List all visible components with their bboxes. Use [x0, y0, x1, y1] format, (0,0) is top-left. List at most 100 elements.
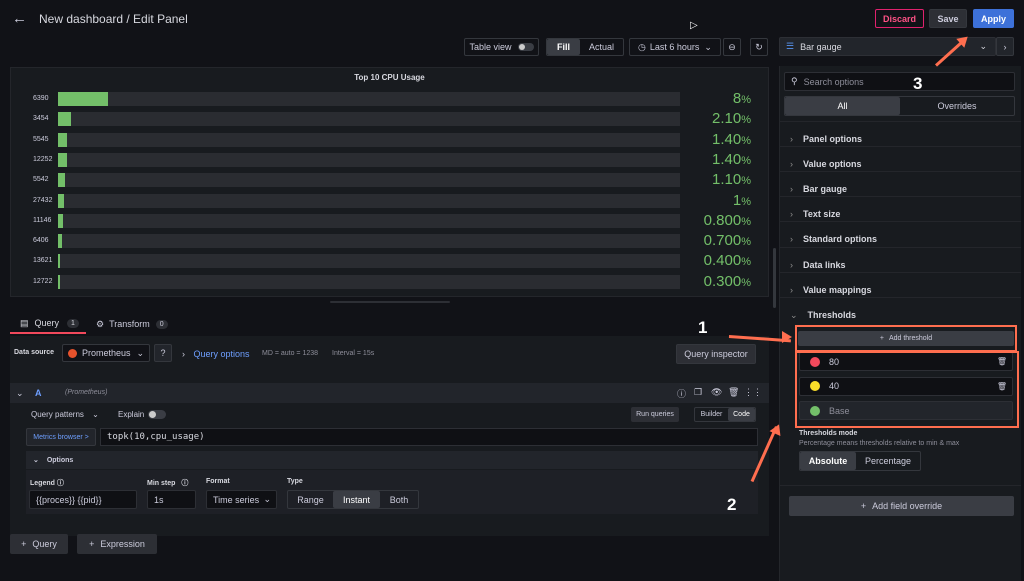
bar-fill [58, 234, 63, 249]
prometheus-logo-icon [68, 348, 77, 358]
transform-count-badge: 0 [155, 319, 168, 329]
visualization-name: Bar gauge [800, 41, 842, 52]
section-label: Panel options [803, 134, 863, 144]
datasource-help-button[interactable]: ? [154, 344, 172, 362]
bar-category-label: 3454 [33, 115, 49, 123]
min-step-input[interactable]: 1s [147, 490, 196, 509]
add-field-override-button[interactable]: + Add field override [789, 496, 1014, 516]
bar-fill [58, 173, 65, 188]
query-source-name: (Prometheus) [65, 389, 108, 396]
datasource-picker[interactable]: Prometheus ⌄ [62, 344, 150, 362]
query-help-icon[interactable]: ⓘ [677, 387, 686, 400]
annotation-number-2: 2 [727, 495, 737, 514]
database-icon: ▤ [20, 317, 29, 328]
panel-resize-handle[interactable] [330, 301, 450, 303]
section-divider [780, 271, 1021, 273]
thresholds-mode-description: Percentage means thresholds relative to … [799, 440, 960, 447]
chevron-down-icon: ⌄ [92, 410, 99, 419]
bar-value-number: 1.40 [712, 150, 742, 168]
time-range-picker[interactable]: ◷ Last 6 hours ⌄ [629, 38, 721, 56]
bar-track [58, 173, 680, 188]
delete-query-icon[interactable]: 🗑 [728, 387, 739, 398]
tab-transform-label: Transform [109, 319, 150, 329]
options-toggle[interactable]: ⌄ Options [33, 456, 73, 464]
tab-query[interactable]: ▤ Query 1 [10, 314, 86, 334]
code-mode-button[interactable]: Code [728, 408, 755, 421]
legend-input[interactable]: {{proces}} {{pid}} [29, 490, 137, 509]
chevron-right-icon: › [790, 184, 793, 195]
metrics-browser-button[interactable]: Metrics browser > [26, 428, 96, 446]
apply-button[interactable]: Apply [973, 9, 1014, 28]
explain-label: Explain [118, 410, 145, 419]
query-patterns-dropdown[interactable]: Query patterns ⌄ [31, 410, 99, 419]
add-expression-button[interactable]: + Expression [77, 534, 157, 554]
panel-preview: Top 10 CPU Usage 6390 8% 3454 2.10% 5545 1.40… [10, 67, 769, 297]
format-label: Format [206, 478, 230, 485]
builder-mode-button[interactable]: Builder [695, 408, 728, 421]
type-both-button[interactable]: Both [380, 491, 418, 508]
bar-value-number: 0.700 [703, 232, 742, 250]
run-queries-button[interactable]: Run queries [631, 407, 679, 422]
question-icon: ? [160, 348, 166, 358]
tab-all[interactable]: All [785, 97, 900, 115]
zoom-out-button[interactable]: ⊖ [723, 38, 741, 56]
options-section-value-mappings[interactable]: › Value mappings [790, 285, 872, 295]
tab-transform[interactable]: ⚙ Transform 0 [96, 314, 168, 334]
legend-label: Legend ⓘ [30, 480, 64, 487]
options-section-text-size[interactable]: › Text size [790, 209, 840, 219]
min-step-value: 1s [154, 494, 164, 505]
bar-value-number: 0.300 [703, 272, 742, 290]
refresh-button[interactable]: ↻ [750, 38, 768, 56]
discard-button[interactable]: Discard [875, 9, 924, 28]
bar-track [58, 274, 680, 289]
editor-scrollbar[interactable] [773, 248, 776, 308]
hide-query-icon[interactable]: 👁 [711, 387, 722, 398]
bar-value-label: 0.700% [651, 232, 751, 249]
options-section-data-links[interactable]: › Data links [790, 260, 846, 270]
toggle-switch[interactable] [517, 43, 534, 51]
query-inspector-button[interactable]: Query inspector [676, 344, 756, 364]
format-select[interactable]: Time series ⌄ [206, 490, 277, 509]
tab-overrides[interactable]: Overrides [900, 97, 1014, 115]
bar-value-label: 1.40% [651, 131, 751, 148]
options-section-value-options[interactable]: › Value options [790, 159, 862, 169]
table-view-toggle[interactable]: Table view [464, 38, 539, 56]
section-divider [780, 296, 1021, 298]
options-section-standard-options[interactable]: › Standard options [790, 234, 877, 244]
search-icon: ⚲ [791, 76, 798, 86]
bar-fill [58, 112, 72, 127]
query-options-toggle[interactable]: › Query options [182, 349, 250, 359]
chevron-right-icon: › [790, 134, 793, 144]
save-button[interactable]: Save [929, 9, 967, 28]
back-arrow-icon[interactable]: ← [12, 10, 27, 27]
add-field-override-label: Add field override [872, 501, 943, 511]
explain-toggle[interactable] [148, 410, 166, 419]
fill-button[interactable]: Fill [547, 39, 580, 55]
bar-value-label: 2.10% [651, 110, 751, 127]
duplicate-query-icon[interactable]: ❐ [694, 387, 702, 398]
add-query-label: Query [32, 539, 57, 549]
bar-value-label: 8% [651, 90, 751, 107]
mode-percentage-button[interactable]: Percentage [856, 452, 920, 470]
interval-info: Interval = 15s [332, 350, 375, 357]
collapse-query-icon[interactable]: ⌄ [16, 388, 24, 399]
search-options-input[interactable]: ⚲ Search options [784, 72, 1015, 91]
options-section-bar-gauge[interactable]: › Bar gauge [790, 184, 847, 194]
section-divider [780, 121, 1021, 122]
builder-code-switch: Builder Code [694, 407, 756, 422]
query-ref-id[interactable]: A [35, 388, 42, 398]
options-section-thresholds[interactable]: ⌄ Thresholds [790, 310, 856, 321]
collapse-options-button[interactable]: › [996, 37, 1014, 56]
type-instant-button[interactable]: Instant [333, 491, 380, 508]
fill-actual-group: Fill Actual [546, 38, 624, 56]
query-expression-input[interactable]: topk(10,cpu_usage) [100, 428, 758, 446]
mode-absolute-button[interactable]: Absolute [800, 452, 856, 470]
bar-value-unit: % [741, 236, 751, 249]
type-range-button[interactable]: Range [288, 491, 333, 508]
bar-track [58, 92, 680, 106]
options-section-panel-options[interactable]: › Panel options [790, 134, 862, 144]
actual-button[interactable]: Actual [580, 39, 623, 55]
drag-handle-icon[interactable]: ⋮⋮ [744, 387, 762, 398]
add-query-button[interactable]: + Query [10, 534, 68, 554]
zoom-out-icon: ⊖ [728, 41, 736, 52]
